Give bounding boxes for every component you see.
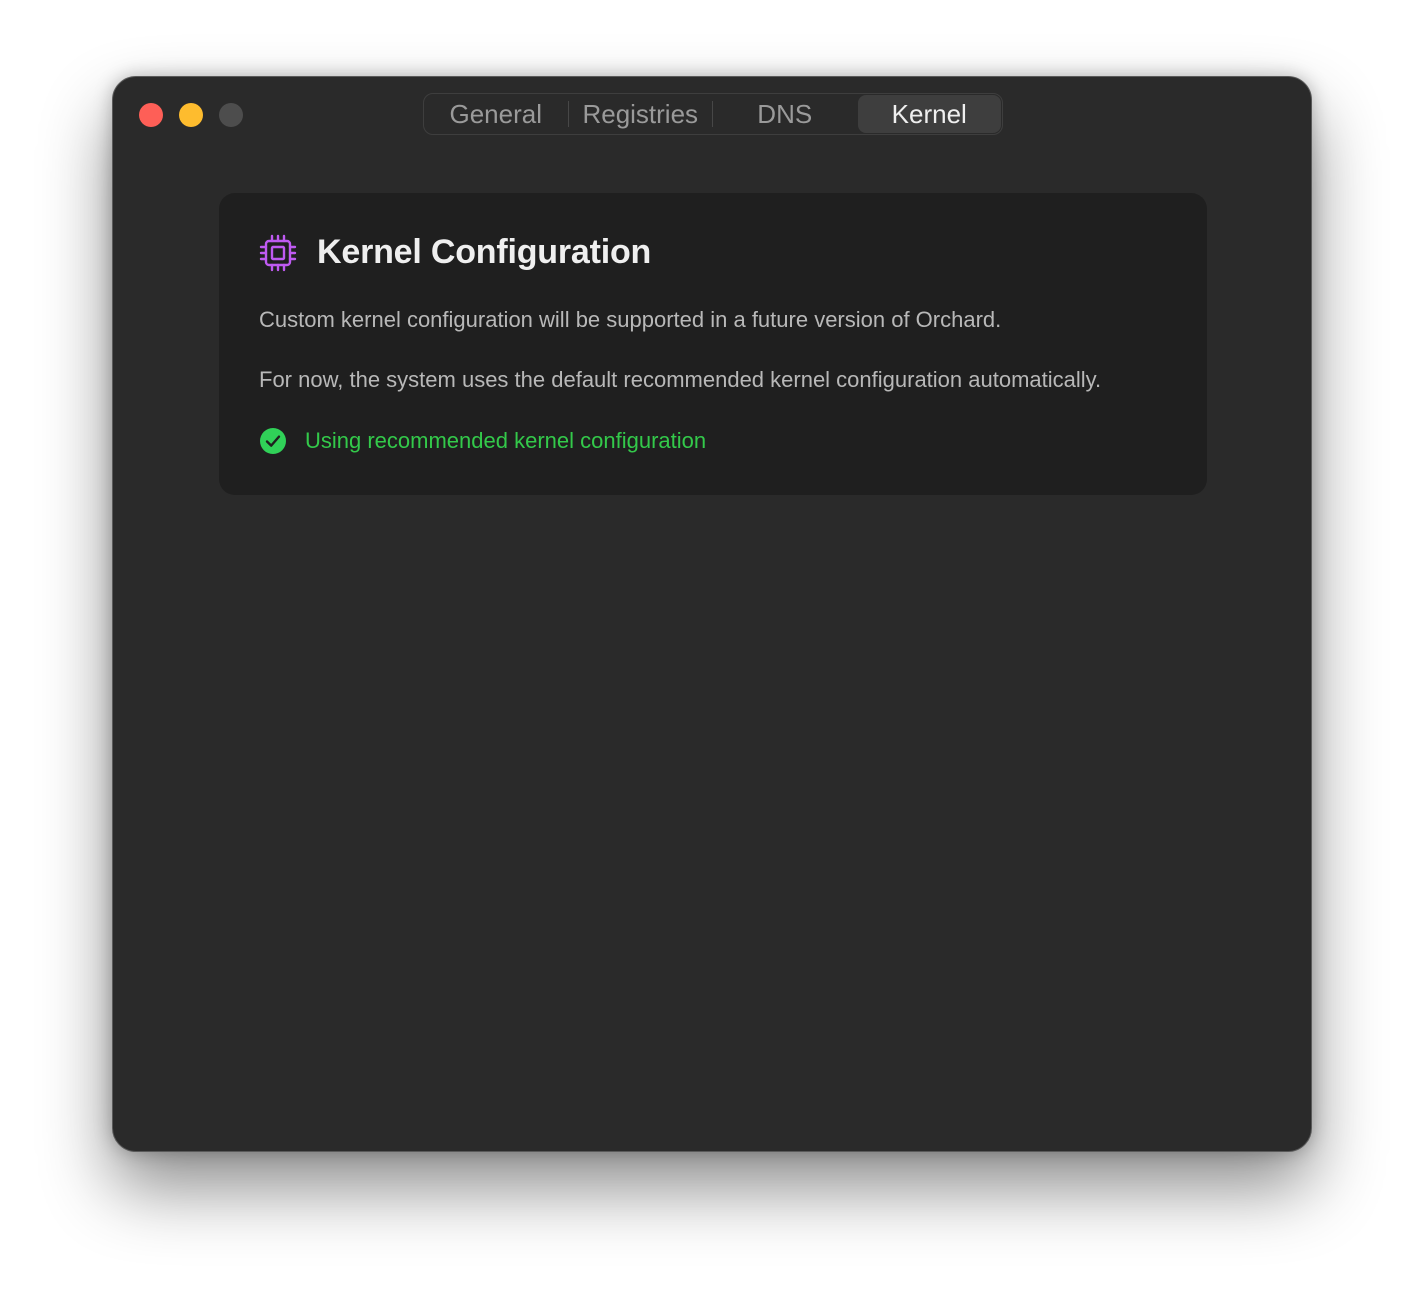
- card-title: Kernel Configuration: [317, 233, 652, 271]
- tab-dns-label: DNS: [757, 98, 813, 129]
- card-description-line-1: Custom kernel configuration will be supp…: [259, 307, 1002, 332]
- tab-kernel[interactable]: Kernel: [857, 95, 1001, 133]
- tab-general[interactable]: General: [424, 94, 568, 134]
- tab-kernel-label: Kernel: [891, 98, 967, 129]
- tab-general-label: General: [449, 98, 543, 129]
- kernel-status-text: Using recommended kernel configuration: [305, 428, 707, 453]
- card-description-line-2: For now, the system uses the default rec…: [259, 367, 1102, 392]
- checkmark-circle-icon: [259, 427, 287, 455]
- card-header: Kernel Configuration: [259, 233, 651, 272]
- kernel-status: Using recommended kernel configuration: [259, 427, 706, 455]
- tab-registries[interactable]: Registries: [569, 94, 713, 134]
- minimize-window-button[interactable]: [179, 103, 203, 127]
- kernel-configuration-card: Kernel Configuration Custom kernel confi…: [219, 193, 1207, 495]
- tab-registries-label: Registries: [582, 98, 699, 129]
- settings-window: General Registries DNS Kernel Kernel Con…: [112, 76, 1312, 1152]
- cpu-chip-icon: [259, 234, 297, 272]
- settings-tab-bar: General Registries DNS Kernel: [423, 93, 1003, 135]
- zoom-window-button[interactable]: [219, 103, 243, 127]
- tab-dns[interactable]: DNS: [713, 94, 857, 134]
- close-window-button[interactable]: [139, 103, 163, 127]
